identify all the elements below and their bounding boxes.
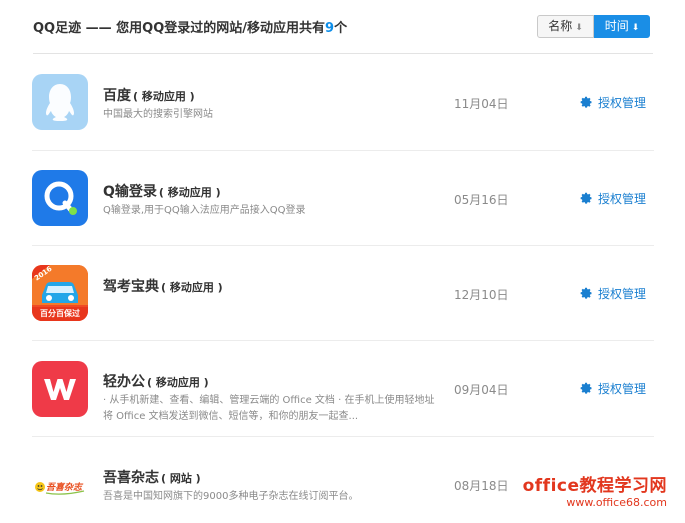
- app-name[interactable]: 轻办公( 移动应用 ): [103, 371, 209, 391]
- magazine-logo-text: 吾喜杂志: [46, 483, 83, 493]
- app-description: 吾喜是中国知网旗下的9000多种电子杂志在线订阅平台。: [103, 491, 359, 502]
- gear-icon: [580, 287, 592, 299]
- gear-icon: [580, 96, 592, 108]
- gear-icon: [580, 192, 592, 204]
- app-name[interactable]: 百度( 移动应用 ): [103, 85, 195, 105]
- title-suffix: 个: [334, 21, 348, 36]
- app-date: 08月18日: [454, 479, 509, 493]
- auth-manage-label: 授权管理: [598, 382, 647, 396]
- app-date: 12月10日: [454, 288, 509, 302]
- app-description: Q输登录,用于QQ输入法应用产品接入QQ登录: [103, 205, 306, 216]
- sort-time-label: 时间: [604, 19, 629, 33]
- sort-toggle: 名称 ⬇ 时间 ⬇: [537, 15, 650, 38]
- pass-badge: 百分百保过: [40, 309, 80, 318]
- app-name[interactable]: 驾考宝典( 移动应用 ): [103, 276, 223, 296]
- auth-manage-link[interactable]: 授权管理: [580, 380, 646, 397]
- app-name-text: Q输登录: [103, 184, 157, 200]
- app-count: 9: [325, 21, 335, 36]
- auth-manage-link[interactable]: 授权管理: [580, 285, 646, 302]
- sort-by-time-button[interactable]: 时间 ⬇: [594, 15, 650, 38]
- site-watermark: office教程学习网 www.office68.com: [523, 471, 667, 509]
- auth-manage-link[interactable]: 授权管理: [580, 190, 646, 207]
- qq-penguin-icon: [32, 74, 88, 130]
- car-exam-icon: 2016 百分百保过: [32, 265, 88, 321]
- app-name-text: 百度: [103, 88, 131, 104]
- app-name[interactable]: 吾喜杂志( 网站 ): [103, 467, 201, 487]
- auth-manage-label: 授权管理: [598, 287, 647, 301]
- wps-office-icon: [32, 361, 88, 417]
- sort-by-name-button[interactable]: 名称 ⬇: [537, 15, 594, 38]
- app-name-text: 驾考宝典: [103, 279, 159, 295]
- page-title: QQ足迹 —— 您用QQ登录过的网站/移动应用共有9个: [33, 17, 347, 36]
- gear-icon: [580, 382, 592, 394]
- list-item: Q输登录( 移动应用 ) Q输登录,用于QQ输入法应用产品接入QQ登录 05月1…: [32, 150, 654, 246]
- q-input-icon: [32, 170, 88, 226]
- list-item: 轻办公( 移动应用 ) · 从手机新建、查看、编辑、管理云端的 Office 文…: [32, 340, 654, 436]
- watermark-title: office教程学习网: [522, 476, 667, 496]
- app-date: 09月04日: [454, 383, 509, 397]
- app-type: ( 移动应用 ): [161, 281, 223, 294]
- app-description: · 从手机新建、查看、编辑、管理云端的 Office 文档 · 在手机上使用轻地…: [103, 395, 435, 422]
- app-type: ( 移动应用 ): [158, 186, 221, 199]
- auth-manage-label: 授权管理: [598, 192, 647, 206]
- list-item: 2016 百分百保过 驾考宝典( 移动应用 ) 12月10日 授权管理: [32, 245, 654, 341]
- auth-manage-link[interactable]: 授权管理: [580, 94, 646, 111]
- sort-name-label: 名称: [548, 19, 573, 33]
- title-text: QQ足迹 —— 您用QQ登录过的网站/移动应用共有: [33, 21, 326, 36]
- sort-down-icon: ⬇: [575, 23, 583, 33]
- app-type: ( 移动应用 ): [133, 90, 195, 103]
- auth-manage-label: 授权管理: [598, 96, 647, 110]
- app-type: ( 移动应用 ): [147, 376, 209, 389]
- app-date: 11月04日: [454, 97, 509, 111]
- app-name-text: 吾喜杂志: [103, 470, 159, 486]
- page-header: QQ足迹 —— 您用QQ登录过的网站/移动应用共有9个 名称 ⬇ 时间 ⬇: [0, 0, 685, 54]
- app-name[interactable]: Q输登录( 移动应用 ): [103, 181, 221, 201]
- app-type: ( 网站 ): [161, 472, 201, 485]
- wuxi-magazine-icon: 吾喜杂志: [32, 458, 88, 514]
- list-item: 百度( 移动应用 ) 中国最大的搜索引擎网站 11月04日 授权管理: [32, 54, 654, 150]
- app-name-text: 轻办公: [103, 374, 145, 390]
- watermark-url: www.office68.com: [566, 496, 667, 509]
- app-date: 05月16日: [454, 193, 509, 207]
- sort-down-icon: ⬇: [631, 23, 640, 33]
- app-description: 中国最大的搜索引擎网站: [103, 109, 213, 120]
